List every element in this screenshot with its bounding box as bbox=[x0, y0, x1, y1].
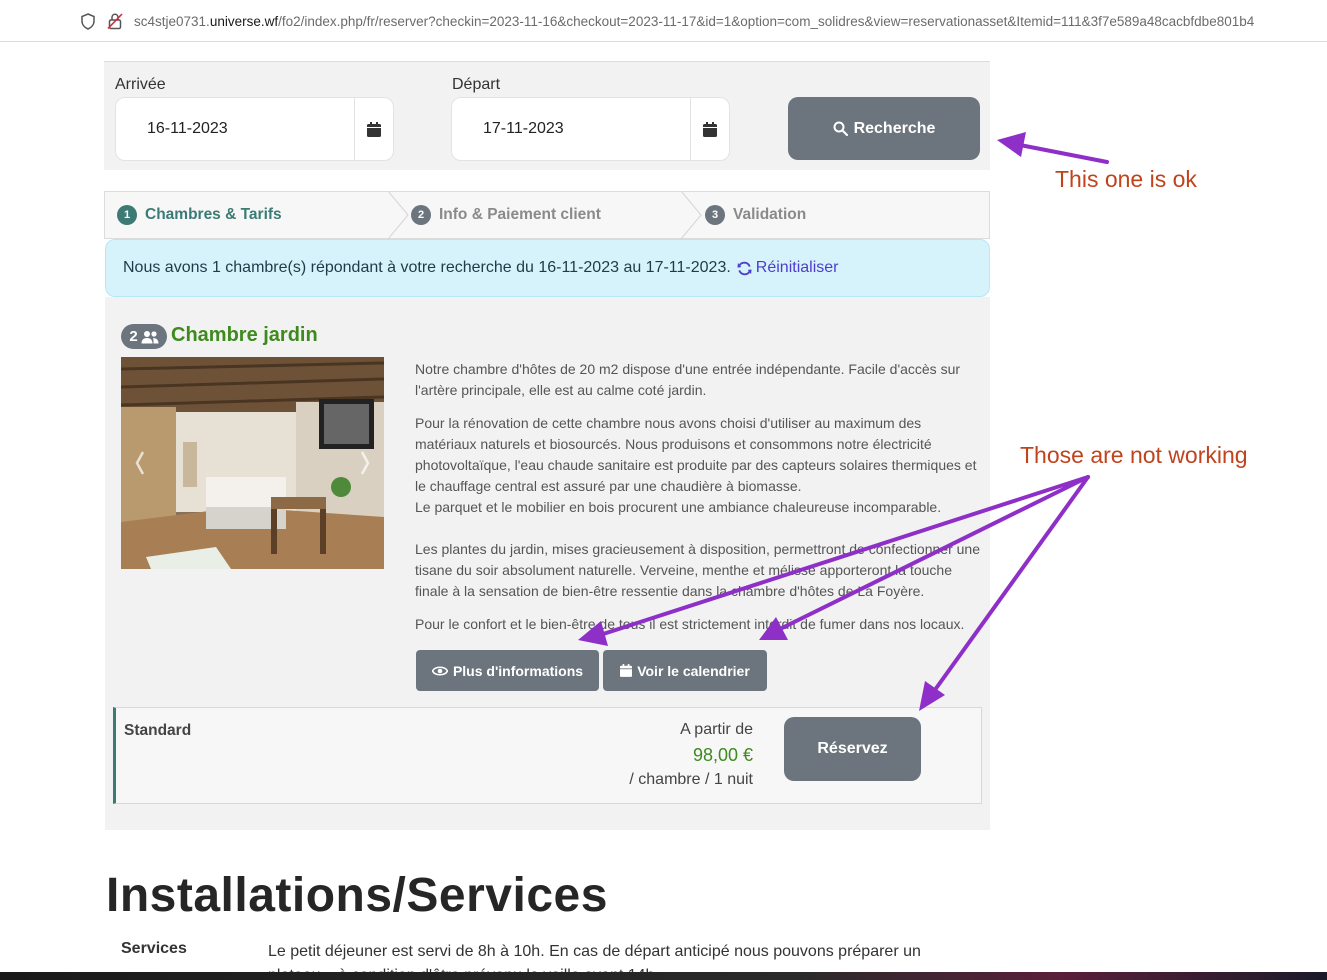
room-photo bbox=[121, 357, 384, 569]
step-number: 2 bbox=[411, 205, 431, 225]
step-label: Info & Paiement client bbox=[439, 206, 601, 223]
departure-calendar-button[interactable] bbox=[690, 98, 729, 160]
booking-steps: 1 Chambres & Tarifs 2 Info & Paiement cl… bbox=[104, 191, 990, 239]
search-button-label: Recherche bbox=[853, 119, 936, 137]
description-paragraph: Notre chambre d'hôtes de 20 m2 dispose d… bbox=[415, 361, 961, 398]
search-button[interactable]: Recherche bbox=[788, 97, 980, 160]
description-paragraph: Pour la rénovation de cette chambre nous… bbox=[415, 415, 977, 494]
refresh-icon bbox=[737, 261, 752, 275]
book-button[interactable]: Réservez bbox=[784, 717, 921, 781]
step-label: Validation bbox=[733, 206, 807, 223]
search-icon bbox=[833, 121, 848, 136]
search-panel: Arrivée 16-11-2023 Départ 17-11-2023 Rec… bbox=[104, 61, 990, 170]
arrival-date-field[interactable]: 16-11-2023 bbox=[115, 97, 394, 161]
annotation-not-working: Those are not working bbox=[1020, 442, 1248, 468]
step-separator bbox=[681, 191, 702, 239]
departure-date-field[interactable]: 17-11-2023 bbox=[451, 97, 730, 161]
alert-text: Nous avons 1 chambre(s) répondant à votr… bbox=[123, 259, 731, 276]
annotation-ok: This one is ok bbox=[1055, 166, 1197, 192]
services-label: Services bbox=[121, 940, 187, 957]
occupancy-badge: 2 bbox=[121, 324, 167, 349]
room-title: Chambre jardin bbox=[171, 324, 318, 346]
more-info-label: Plus d'informations bbox=[452, 662, 584, 679]
description-paragraph: Pour le confort et le bien-être de tous … bbox=[415, 616, 965, 632]
step-number: 1 bbox=[117, 205, 137, 225]
arrival-date-value: 16-11-2023 bbox=[147, 120, 228, 137]
calendar-icon bbox=[620, 664, 633, 677]
reset-label: Réinitialiser bbox=[755, 259, 839, 276]
arrival-calendar-button[interactable] bbox=[354, 98, 393, 160]
rate-row-standard: Standard A partir de 98,00 € / chambre /… bbox=[113, 707, 982, 804]
url-text[interactable]: sc4stje0731.universe.wf/fo2/index.php/fr… bbox=[134, 14, 1324, 29]
step-label: Chambres & Tarifs bbox=[145, 206, 282, 223]
users-icon bbox=[141, 330, 159, 343]
rate-price: 98,00 € bbox=[692, 745, 753, 765]
room-card: 2 Chambre jardin Notre chambre d'hôtes d… bbox=[105, 297, 990, 830]
description-paragraph: Le parquet et le mobilier en bois procur… bbox=[415, 499, 942, 515]
step-rooms-rates[interactable]: 1 Chambres & Tarifs bbox=[117, 192, 282, 238]
room-description: Notre chambre d'hôtes de 20 m2 dispose d… bbox=[415, 359, 980, 647]
search-result-alert: Nous avons 1 chambre(s) répondant à votr… bbox=[105, 239, 990, 297]
calendar-icon bbox=[367, 121, 381, 137]
more-info-button[interactable]: Plus d'informations bbox=[416, 650, 599, 691]
shield-icon bbox=[81, 13, 95, 30]
step-customer-payment[interactable]: 2 Info & Paiement client bbox=[411, 192, 601, 238]
arrival-label: Arrivée bbox=[115, 76, 166, 93]
rate-from-label: A partir de bbox=[680, 721, 753, 738]
room-photo-carousel[interactable] bbox=[121, 357, 384, 569]
view-calendar-button[interactable]: Voir le calendrier bbox=[603, 650, 767, 691]
step-validation[interactable]: 3 Validation bbox=[705, 192, 806, 238]
occupancy-count: 2 bbox=[129, 328, 138, 345]
view-calendar-label: Voir le calendrier bbox=[637, 662, 750, 679]
rate-name: Standard bbox=[124, 722, 192, 739]
services-heading: Installations/Services bbox=[106, 869, 608, 922]
departure-date-value: 17-11-2023 bbox=[483, 120, 564, 137]
description-paragraph: Les plantes du jardin, mises gracieuseme… bbox=[415, 541, 980, 599]
eye-icon bbox=[431, 665, 448, 676]
reset-link[interactable]: Réinitialiser bbox=[737, 259, 839, 277]
step-number: 3 bbox=[705, 205, 725, 225]
browser-address-bar[interactable]: sc4stje0731.universe.wf/fo2/index.php/fr… bbox=[0, 0, 1327, 42]
rate-per-label: / chambre / 1 nuit bbox=[629, 771, 753, 788]
step-separator bbox=[388, 191, 409, 239]
calendar-icon bbox=[703, 121, 717, 137]
insecure-lock-icon bbox=[107, 13, 123, 30]
taskbar-strip bbox=[0, 972, 1327, 980]
annotation-arrowhead bbox=[997, 132, 1026, 157]
departure-label: Départ bbox=[452, 76, 501, 93]
annotation-arrow bbox=[1018, 143, 1109, 164]
